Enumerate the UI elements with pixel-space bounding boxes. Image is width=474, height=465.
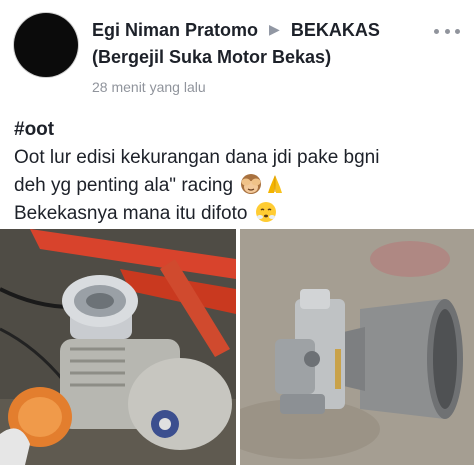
author-name[interactable]: Egi Niman Pratomo: [92, 20, 258, 40]
face-with-steam-icon: [255, 202, 276, 222]
post-text-line-3-text: Bekekasnya mana itu difoto: [14, 203, 248, 224]
post-text-line-3: Bekekasnya mana itu difoto: [14, 200, 464, 228]
carburetor-illustration: [240, 229, 474, 465]
carburetor-pvc-pipe-photo[interactable]: [240, 229, 474, 465]
dot-icon: [455, 28, 460, 34]
hashtag-link[interactable]: #oot: [14, 116, 464, 144]
post-timestamp[interactable]: 28 menit yang lalu: [92, 79, 206, 95]
see-no-evil-monkey-icon: [241, 174, 262, 194]
post-text-line-1: Oot lur edisi kekurangan dana jdi pake b…: [14, 147, 380, 168]
author-avatar[interactable]: [14, 13, 78, 77]
arrow-right-icon: ▶: [269, 21, 280, 37]
post-title-line: Egi Niman Pratomo ▶ BEKAKAS: [92, 18, 432, 44]
post-header: Egi Niman Pratomo ▶ BEKAKAS (Bergejil Su…: [0, 0, 474, 105]
post-text-line-2-text: deh yg penting ala" racing: [14, 175, 234, 196]
folded-hands-icon: [268, 175, 283, 193]
dot-icon: [434, 28, 439, 34]
post-body: #oot Oot lur edisi kekurangan dana jdi p…: [14, 116, 464, 228]
group-full-name[interactable]: (Bergejil Suka Motor Bekas): [92, 45, 331, 70]
post-text-line-2: deh yg penting ala" racing: [14, 172, 464, 200]
more-options-button[interactable]: [434, 24, 460, 38]
motorcycle-engine-photo[interactable]: [0, 229, 236, 465]
engine-illustration: [0, 229, 236, 465]
group-name[interactable]: BEKAKAS: [291, 20, 380, 40]
dot-icon: [444, 28, 450, 34]
